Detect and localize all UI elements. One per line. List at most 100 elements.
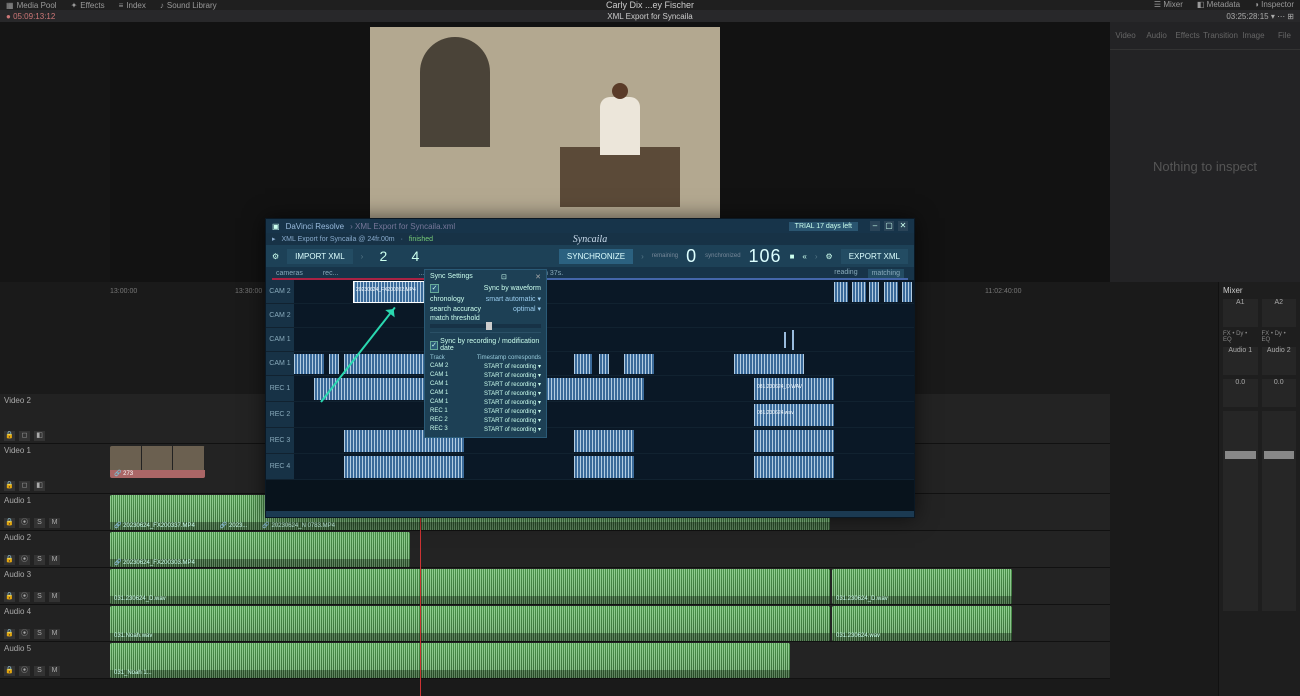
record-icon[interactable]: ⦿ [19,518,30,528]
solo-icon[interactable]: S [34,518,45,528]
timestamp-select[interactable]: START of recording ▾ [484,408,541,415]
close-icon[interactable]: ✕ [898,221,908,231]
index-tab[interactable]: ≡ Index [119,1,146,10]
export-xml-button[interactable]: EXPORT XML [841,249,908,264]
lock-icon[interactable]: 🔒 [4,481,15,491]
inspector-tab-image[interactable]: Image [1238,31,1269,40]
disable-icon[interactable]: ◧ [34,431,45,441]
sync-clip[interactable]: 081.230624_D.WAV [754,378,834,400]
gear-icon[interactable]: ⚙ [826,252,833,261]
video-clip[interactable]: 🔗 273 [110,446,205,478]
mute-icon[interactable]: M [49,666,60,676]
sync-clip[interactable] [599,354,609,374]
timestamp-select[interactable]: START of recording ▾ [484,417,541,424]
record-icon[interactable]: ⦿ [19,592,30,602]
lock-icon[interactable]: 🔒 [4,592,15,602]
lock-icon[interactable]: 🔒 [4,629,15,639]
import-xml-button[interactable]: IMPORT XML [287,249,353,264]
mute-icon[interactable]: M [49,518,60,528]
sync-clip[interactable] [344,354,434,374]
sync-clip[interactable] [902,282,912,302]
sync-clip[interactable] [344,456,464,478]
timestamp-select[interactable]: START of recording ▾ [484,372,541,379]
sync-clip[interactable] [869,282,879,302]
sync-clip[interactable] [574,430,634,452]
gear-icon[interactable]: ⚙ [272,252,279,261]
close-icon[interactable]: ✕ [535,273,541,281]
syncaila-crumb: XML Export for Syncaila.xml [355,222,455,231]
lock-icon[interactable]: 🔒 [4,555,15,565]
mute-icon[interactable]: M [49,592,60,602]
inspector-tab-audio[interactable]: Audio [1141,31,1172,40]
mixer-ch-a2[interactable]: A2 [1262,299,1297,327]
sync-clip[interactable]: 081.230624.wav [754,404,834,426]
inspector-tab-transition[interactable]: Transition [1203,31,1238,40]
minimize-icon[interactable]: – [870,221,880,231]
syncaila-titlebar[interactable]: ▣ DaVinci Resolve › XML Export for Synca… [266,219,914,233]
inspector-tab-video[interactable]: Video [1110,31,1141,40]
sync-clip[interactable] [329,354,339,374]
audio-clip[interactable]: 031.230624.wav [832,606,1012,641]
solo-icon[interactable]: S [34,555,45,565]
sync-clip[interactable] [624,354,654,374]
inspector-tab-file[interactable]: File [1269,31,1300,40]
audio-clip[interactable]: 031_Noah 1... [110,643,790,678]
mute-icon[interactable]: M [49,555,60,565]
timestamp-select[interactable]: START of recording ▾ [484,426,541,433]
track-a5: A5Audio 5 🔒⦿SM 031_Noah 1... [0,642,1110,679]
media-pool-tab[interactable]: ▦ Media Pool [6,1,57,10]
lock-icon[interactable]: 🔒 [4,431,15,441]
timestamp-select[interactable]: START of recording ▾ [484,381,541,388]
inspector-tab-effects[interactable]: Effects [1172,31,1203,40]
solo-icon[interactable]: S [34,592,45,602]
sync-clip[interactable] [574,354,592,374]
fader-a2[interactable] [1262,411,1297,611]
chronology-select[interactable]: smart automatic ▾ [486,295,541,303]
sync-clip[interactable]: 20230624_FX200202.MP4 [354,282,434,302]
audio-clip[interactable]: 031.Noah.wav [110,606,830,641]
sync-clip[interactable] [754,430,834,452]
match-threshold-slider[interactable] [430,324,541,328]
sync-clip[interactable] [294,354,324,374]
mixer-tab[interactable]: ☰ Mixer [1154,0,1183,9]
audio-clip[interactable]: 031.230624_D.wav [110,569,830,604]
sync-clip[interactable] [574,456,634,478]
mixer-ch-a1[interactable]: A1 [1223,299,1258,327]
stop-icon[interactable]: ■ [790,252,795,261]
lock-icon[interactable]: 🔒 [4,518,15,528]
sync-clip[interactable] [754,456,834,478]
mute-icon[interactable]: M [49,629,60,639]
timestamp-select[interactable]: START of recording ▾ [484,399,541,406]
solo-icon[interactable]: S [34,666,45,676]
audio-clip[interactable]: 🔗 20230624_FX200303.MP4 [110,532,410,567]
audio-clip[interactable]: 031.230624_D.wav [832,569,1012,604]
search-accuracy-select[interactable]: optimal ▾ [513,305,541,313]
synchronize-button[interactable]: SYNCHRONIZE [559,249,633,264]
effects-tab[interactable]: ✦ Effects [71,1,105,10]
sound-library-tab[interactable]: ♪ Sound Library [160,1,217,10]
rewind-icon[interactable]: « [802,252,806,261]
sync-clip[interactable] [852,282,866,302]
timestamp-select[interactable]: START of recording ▾ [484,390,541,397]
metadata-tab[interactable]: ◧ Metadata [1197,0,1240,9]
sync-clip[interactable] [734,354,804,374]
pin-icon[interactable]: ⊡ [501,273,507,281]
timestamp-select[interactable]: START of recording ▾ [484,363,541,370]
record-icon[interactable]: ⦿ [19,666,30,676]
fader-a1[interactable] [1223,411,1258,611]
sync-date-checkbox[interactable]: ✓ [430,341,438,350]
inspector-tab[interactable]: ◑ Inspector [1254,0,1294,9]
record-icon[interactable]: ⦿ [19,555,30,565]
lock-icon[interactable]: 🔒 [4,666,15,676]
auto-select-icon[interactable]: ◻ [19,481,30,491]
program-viewer[interactable] [370,27,720,232]
sync-clip[interactable] [834,282,848,302]
syncaila-app-name: DaVinci Resolve [286,222,345,231]
disable-icon[interactable]: ◧ [34,481,45,491]
sync-waveform-checkbox[interactable]: ✓ [430,284,439,293]
record-icon[interactable]: ⦿ [19,629,30,639]
auto-select-icon[interactable]: ◻ [19,431,30,441]
maximize-icon[interactable]: ▢ [884,221,894,231]
solo-icon[interactable]: S [34,629,45,639]
sync-clip[interactable] [884,282,898,302]
